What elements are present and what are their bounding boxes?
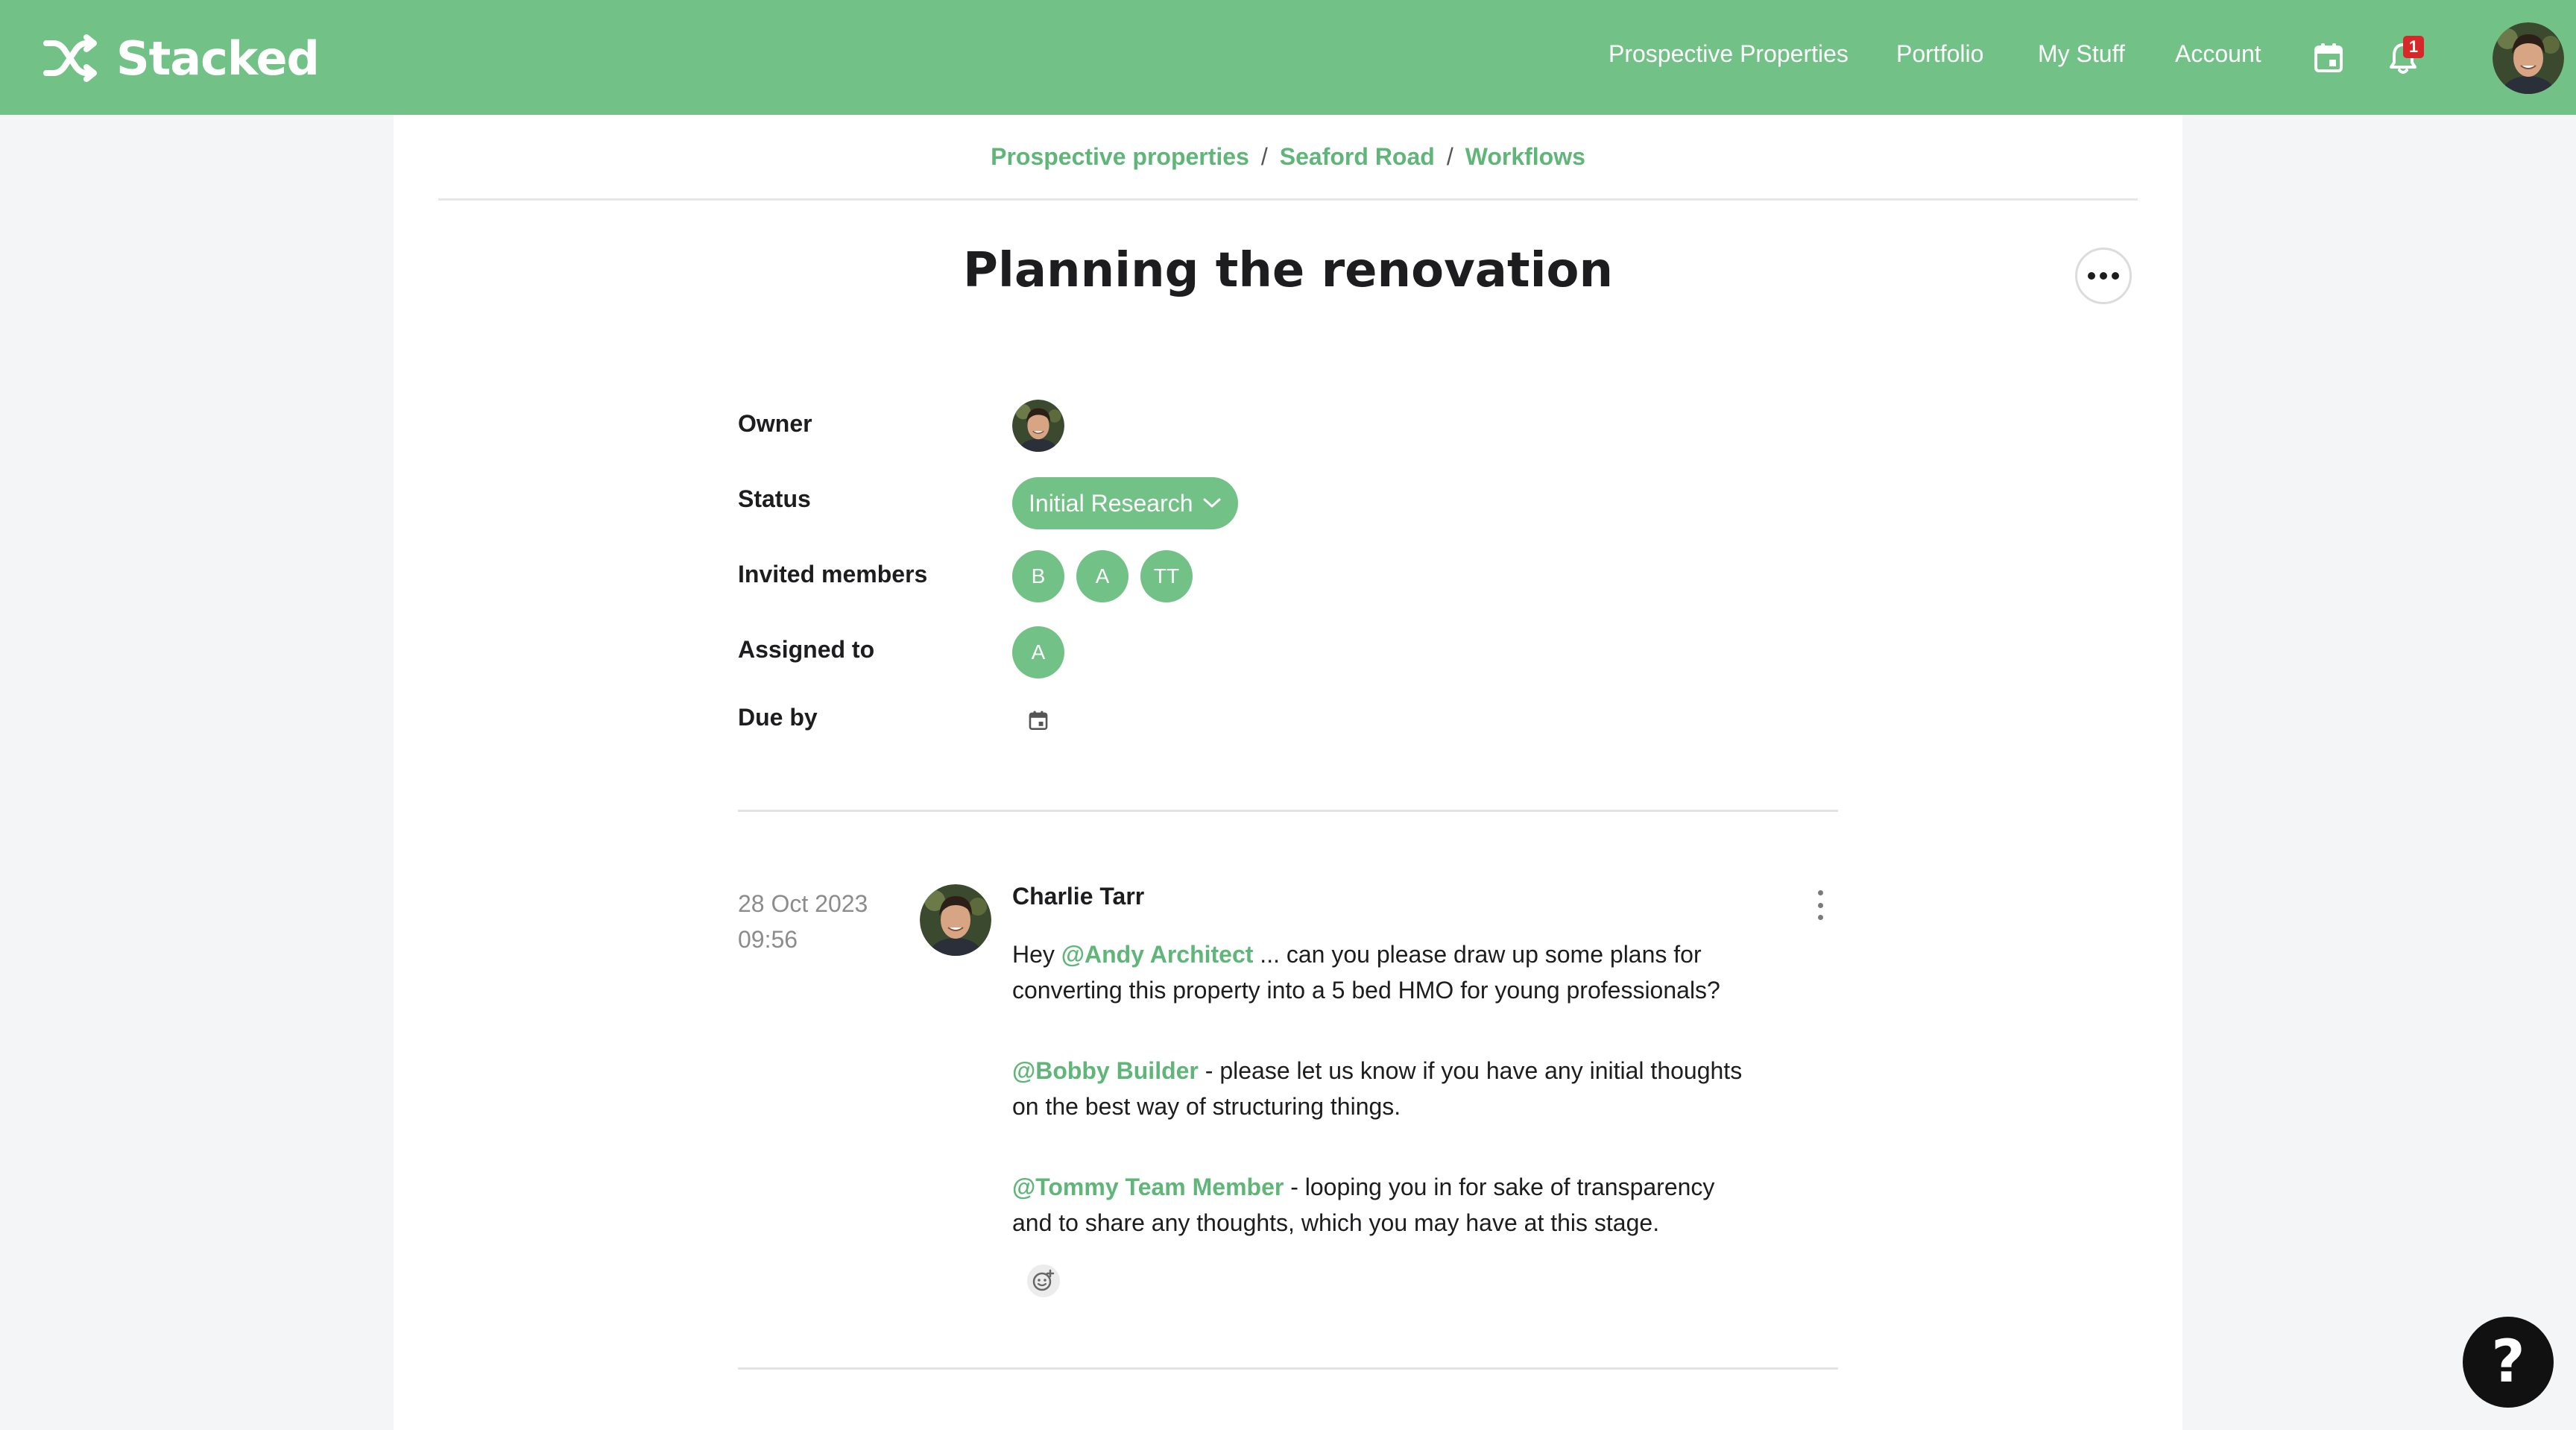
comment-author: Charlie Tarr — [1012, 883, 1145, 910]
more-dot — [2088, 272, 2095, 280]
brand-name: Stacked — [116, 31, 320, 86]
mention-bobby-builder[interactable]: @Bobby Builder — [1012, 1057, 1199, 1084]
workflow-card: Prospective properties / Seaford Road / Work… — [394, 115, 2182, 1430]
nav-my-stuff[interactable]: My Stuff — [2038, 40, 2125, 68]
divider — [438, 198, 2138, 201]
member-avatar-b[interactable]: B — [1012, 550, 1064, 602]
chevron-down-icon — [1203, 498, 1221, 508]
due-by-label: Due by — [738, 704, 818, 731]
comment-date: 28 Oct 2023 — [738, 890, 868, 917]
owner-avatar[interactable] — [1012, 400, 1064, 452]
nav-portfolio[interactable]: Portfolio — [1896, 40, 1983, 68]
nav-menu: Prospective Properties Portfolio My Stuf… — [1510, 0, 2576, 115]
comment-timestamp: 28 Oct 2023 09:56 — [738, 886, 868, 957]
status-label: Status — [738, 485, 811, 512]
user-avatar[interactable] — [2493, 22, 2564, 94]
emoji-add-icon — [1032, 1269, 1055, 1291]
invited-members-label: Invited members — [738, 561, 928, 588]
divider — [738, 810, 1838, 812]
breadcrumb-workflows[interactable]: Workflows — [1465, 143, 1585, 170]
notification-badge: 1 — [2403, 36, 2424, 58]
comment-author-avatar[interactable] — [920, 884, 991, 956]
comment-text: Hey — [1012, 941, 1061, 968]
more-dot — [2100, 272, 2107, 280]
assignee-avatar-a[interactable]: A — [1012, 626, 1064, 678]
breadcrumb-seaford-road[interactable]: Seaford Road — [1280, 143, 1435, 170]
top-navbar: Stacked Prospective Properties Portfolio… — [0, 0, 2576, 115]
divider — [738, 1367, 1838, 1370]
comment-paragraph-2: @Bobby Builder - please let us know if y… — [1012, 1053, 1758, 1124]
shuffle-icon — [43, 34, 97, 82]
more-options-button[interactable] — [2075, 248, 2132, 304]
comment-menu-button[interactable] — [1813, 890, 1828, 920]
breadcrumb-separator: / — [1260, 143, 1268, 170]
calendar-icon[interactable] — [2314, 42, 2343, 77]
comment-time: 09:56 — [738, 926, 798, 953]
notifications-bell-icon[interactable]: 1 — [2388, 36, 2424, 78]
due-date-calendar-icon[interactable] — [1029, 710, 1048, 734]
more-dot — [2112, 272, 2119, 280]
mention-andy-architect[interactable]: @Andy Architect — [1061, 941, 1254, 968]
brand-logo[interactable]: Stacked — [43, 28, 320, 88]
comment-paragraph-1: Hey @Andy Architect ... can you please d… — [1012, 936, 1758, 1008]
status-value: Initial Research — [1029, 489, 1193, 517]
nav-account[interactable]: Account — [2175, 40, 2261, 68]
breadcrumb-separator: / — [1446, 143, 1453, 170]
breadcrumb: Prospective properties / Seaford Road / Work… — [394, 143, 2182, 171]
member-avatar-tt[interactable]: TT — [1140, 550, 1193, 602]
owner-label: Owner — [738, 410, 812, 437]
status-dropdown[interactable]: Initial Research — [1012, 477, 1238, 529]
menu-dot — [1817, 915, 1823, 920]
assigned-to-label: Assigned to — [738, 636, 875, 663]
menu-dot — [1817, 890, 1823, 895]
mention-tommy-team-member[interactable]: @Tommy Team Member — [1012, 1174, 1284, 1200]
page-title: Planning the renovation — [962, 243, 1614, 298]
comment-paragraph-3: @Tommy Team Member - looping you in for … — [1012, 1169, 1758, 1241]
help-button[interactable]: ? — [2463, 1317, 2554, 1408]
add-reaction-button[interactable] — [1027, 1264, 1060, 1297]
menu-dot — [1817, 902, 1823, 908]
member-avatar-a[interactable]: A — [1076, 550, 1128, 602]
nav-prospective-properties[interactable]: Prospective Properties — [1609, 40, 1849, 68]
breadcrumb-prospective-properties[interactable]: Prospective properties — [991, 143, 1249, 170]
